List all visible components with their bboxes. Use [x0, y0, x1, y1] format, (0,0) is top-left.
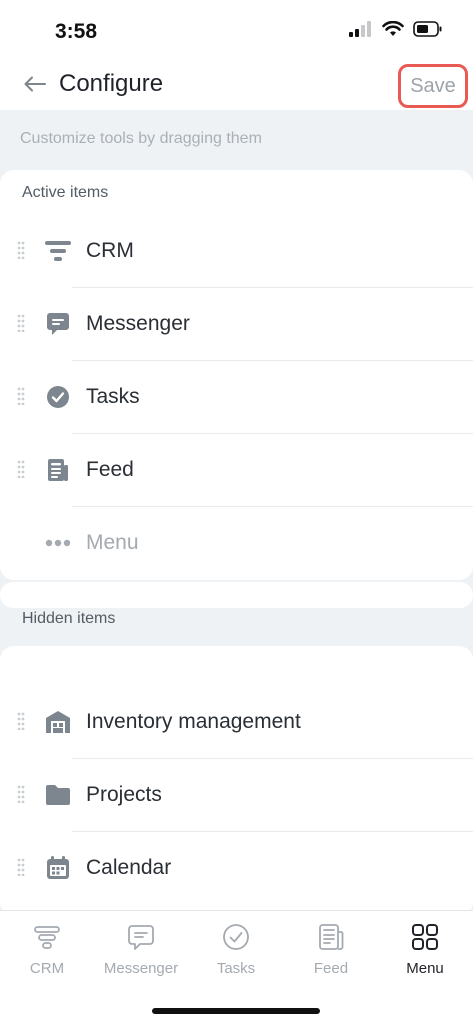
- divider: [72, 287, 473, 288]
- list-item-inventory-management[interactable]: Inventory management: [0, 687, 473, 759]
- drag-handle-icon[interactable]: [17, 387, 25, 405]
- list-item-label: Tasks: [86, 385, 140, 408]
- newspaper-icon: [317, 923, 345, 951]
- save-button[interactable]: Save: [398, 64, 468, 108]
- tab-label: Menu: [406, 960, 444, 977]
- newspaper-icon: [45, 457, 71, 483]
- card-footer: [0, 582, 473, 608]
- tab-messenger[interactable]: Messenger: [94, 923, 188, 983]
- warehouse-icon: [45, 709, 71, 735]
- navigation-bar: Configure Save: [0, 58, 473, 110]
- active-items-card: Active items CRM Messenger Tasks Feed Me…: [0, 170, 473, 580]
- drag-handle-icon[interactable]: [17, 712, 25, 730]
- tab-menu[interactable]: Menu: [378, 923, 472, 983]
- calendar-icon: [45, 855, 71, 881]
- list-item-label: Projects: [86, 783, 162, 806]
- status-indicators: [349, 21, 443, 37]
- drag-handle-icon[interactable]: [17, 785, 25, 803]
- funnel-icon: [45, 238, 71, 264]
- list-item-menu: Menu: [0, 508, 473, 580]
- hidden-items-card: Hidden items Inventory management Projec…: [0, 610, 473, 916]
- divider: [72, 831, 473, 832]
- list-item-label: Messenger: [86, 312, 190, 335]
- battery-icon: [413, 21, 442, 37]
- drag-handle-icon[interactable]: [17, 314, 25, 332]
- cellular-signal-icon: [349, 21, 371, 37]
- drag-handle-icon[interactable]: [17, 858, 25, 876]
- list-item-calendar[interactable]: Calendar: [0, 833, 473, 905]
- status-bar: 3:58: [0, 0, 473, 58]
- list-item-label: Menu: [86, 531, 139, 554]
- drag-handle-icon[interactable]: [17, 241, 25, 259]
- chat-bubble-icon: [45, 311, 71, 337]
- tab-label: Tasks: [216, 960, 256, 977]
- list-item-projects[interactable]: Projects: [0, 760, 473, 832]
- chat-bubble-icon: [127, 923, 155, 951]
- divider: [72, 360, 473, 361]
- back-arrow-icon: [24, 76, 46, 92]
- list-item-label: Inventory management: [86, 710, 301, 733]
- tab-tasks[interactable]: Tasks: [189, 923, 283, 983]
- drag-handle-icon[interactable]: [17, 460, 25, 478]
- divider: [72, 506, 473, 507]
- list-item-feed[interactable]: Feed: [0, 435, 473, 507]
- divider: [72, 433, 473, 434]
- check-circle-icon: [222, 923, 250, 951]
- wifi-icon: [382, 21, 404, 36]
- tab-feed[interactable]: Feed: [284, 923, 378, 983]
- divider: [72, 758, 473, 759]
- tab-label: Feed: [313, 960, 349, 977]
- active-items-heading: Active items: [22, 184, 109, 201]
- grid-icon: [411, 923, 439, 951]
- tab-crm[interactable]: CRM: [0, 923, 94, 983]
- check-circle-icon: [45, 384, 71, 410]
- hidden-items-heading: Hidden items: [22, 610, 116, 627]
- hint-text: Customize tools by dragging them: [20, 130, 262, 147]
- list-item-messenger[interactable]: Messenger: [0, 289, 473, 361]
- list-item-label: Calendar: [86, 856, 172, 879]
- home-indicator: [152, 1008, 320, 1014]
- status-time: 3:58: [55, 20, 98, 43]
- funnel-icon: [33, 923, 61, 951]
- list-item-tasks[interactable]: Tasks: [0, 362, 473, 434]
- list-item-crm[interactable]: CRM: [0, 216, 473, 288]
- page-title: Configure: [59, 70, 164, 97]
- list-item-label: Feed: [86, 458, 134, 481]
- folder-icon: [45, 782, 71, 808]
- tab-label: CRM: [29, 960, 65, 977]
- more-dots-icon: [45, 530, 71, 556]
- list-item-label: CRM: [86, 239, 134, 262]
- tab-label: Messenger: [103, 960, 179, 977]
- bottom-tab-bar: CRM Messenger Tasks Feed Menu: [0, 910, 473, 1024]
- back-button[interactable]: [20, 70, 50, 98]
